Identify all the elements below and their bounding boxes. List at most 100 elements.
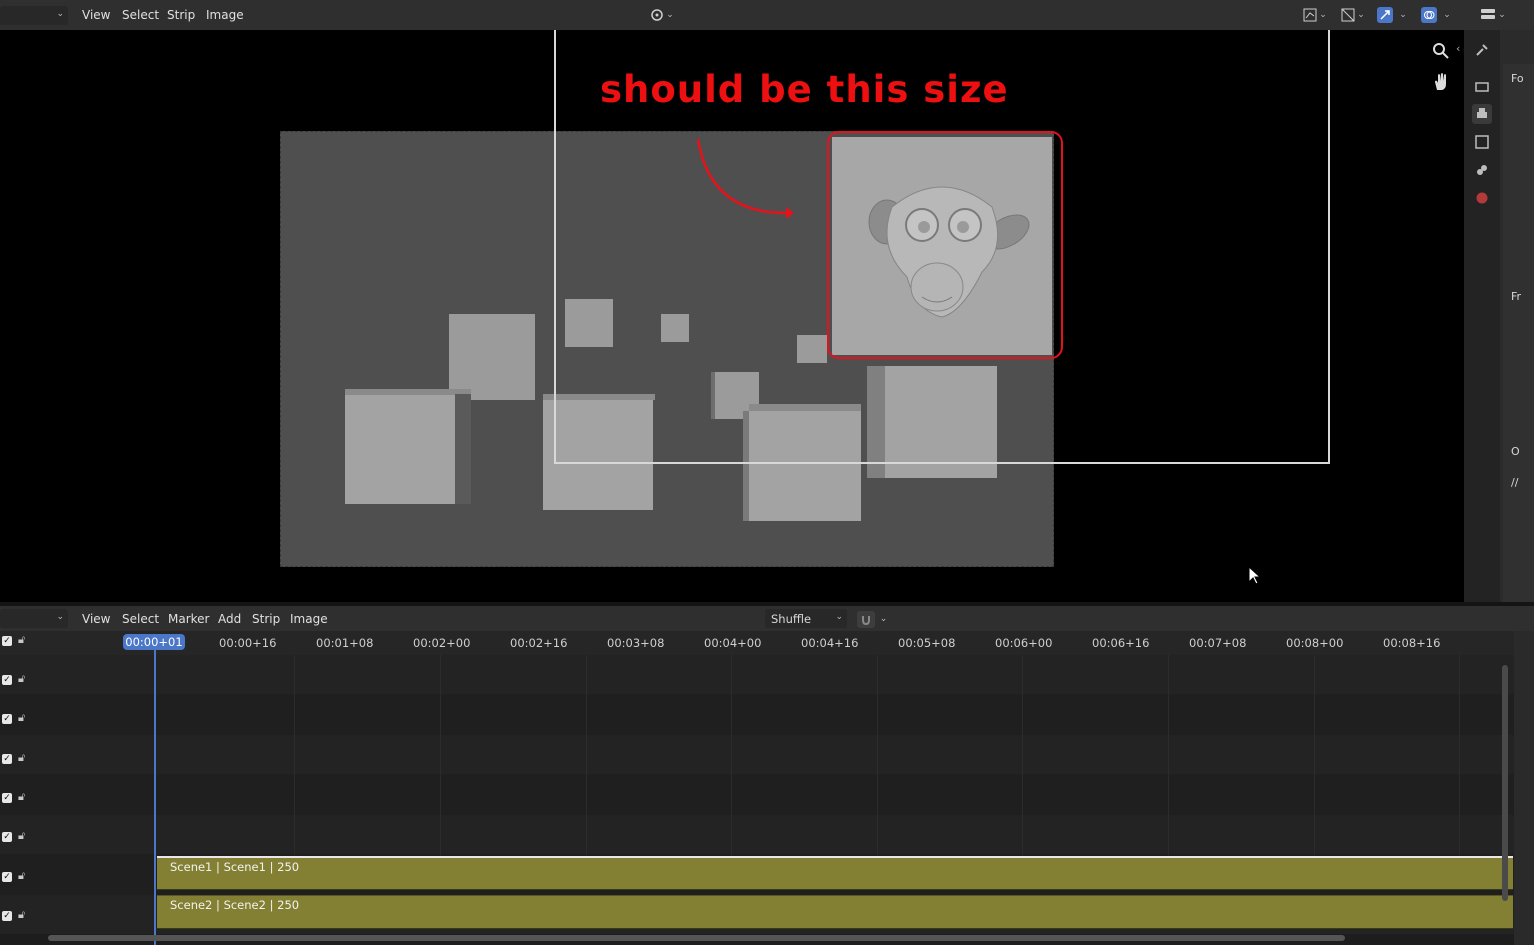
camera-icon <box>1475 82 1489 92</box>
display-channels-dropdown[interactable]: ⌄ <box>1338 6 1368 24</box>
menu-select[interactable]: Select <box>122 612 159 626</box>
ruler-tick: 00:08+16 <box>1383 636 1441 650</box>
menu-strip[interactable]: Strip <box>252 612 280 626</box>
tool-tab[interactable] <box>1472 40 1492 60</box>
scene-tab[interactable] <box>1472 160 1492 180</box>
world-tab[interactable] <box>1472 188 1492 208</box>
lock-icon[interactable]: 🔓︎ <box>18 751 25 765</box>
panel-header-frame[interactable]: Fr <box>1511 290 1521 303</box>
overlay-toggle[interactable]: ⌄ <box>1418 6 1454 24</box>
ruler-tick: 00:06+16 <box>1092 636 1150 650</box>
editor-type-dropdown[interactable]: ⌄ <box>1476 6 1510 24</box>
menu-view[interactable]: View <box>82 612 110 626</box>
ruler-tick: 00:06+00 <box>995 636 1053 650</box>
grid-line <box>440 655 441 855</box>
timeline-ruler[interactable]: 00:00+16 00:01+08 00:02+00 00:02+16 00:0… <box>0 631 1514 655</box>
properties-header: ⌄ <box>1464 0 1534 30</box>
lock-icon[interactable]: 🔓︎ <box>18 672 25 686</box>
menu-strip[interactable]: Strip <box>167 8 195 22</box>
mute-checkbox[interactable]: ✓ <box>2 832 12 842</box>
gizmo-dropdown[interactable]: ⌄ <box>1300 6 1330 24</box>
overlay-icon <box>1421 7 1438 23</box>
annotation-text: should be this size <box>600 68 1009 111</box>
magnet-icon <box>856 610 875 628</box>
panel-header-output[interactable]: O <box>1511 445 1520 458</box>
menu-add[interactable]: Add <box>218 612 241 626</box>
pivot-dropdown[interactable]: ⌄ <box>648 6 676 24</box>
grid-line <box>1459 655 1460 855</box>
menu-view[interactable]: View <box>82 8 110 22</box>
zoom-icon[interactable] <box>1432 42 1450 60</box>
sequencer-preview[interactable]: should be this size ‹ <box>0 30 1464 602</box>
render-tab[interactable] <box>1472 76 1492 96</box>
lock-icon[interactable]: 🔓︎ <box>18 829 25 843</box>
properties-editor-icon <box>1481 9 1496 19</box>
mouse-cursor-icon <box>1248 566 1262 585</box>
menu-image[interactable]: Image <box>290 612 328 626</box>
scene-strip[interactable]: Scene2 | Scene2 | 250 <box>157 895 1513 929</box>
channel-controls: ✓ 🔓︎ <box>0 749 44 788</box>
strip-label: Scene2 | Scene2 | 250 <box>170 898 300 912</box>
sidebar-toggle-icon[interactable]: ‹ <box>1456 42 1460 55</box>
lock-icon[interactable]: 🔓︎ <box>18 790 25 804</box>
channel-row <box>0 775 1514 814</box>
grid-line <box>1168 655 1169 855</box>
ruler-tick: 00:02+16 <box>510 636 568 650</box>
mute-checkbox[interactable]: ✓ <box>2 636 12 646</box>
snapping-dropdown[interactable]: ⌄ <box>852 610 892 628</box>
current-frame-indicator[interactable]: 00:00+01 <box>123 634 185 650</box>
grid-line <box>294 655 295 855</box>
transform-icon <box>1377 7 1394 23</box>
properties-panel: Fo Fr O // <box>1503 64 1534 602</box>
grid-line <box>586 655 587 855</box>
grid-line <box>1022 655 1023 855</box>
transform-toggle[interactable]: ⌄ <box>1374 6 1410 24</box>
menu-marker[interactable]: Marker <box>168 612 209 626</box>
lock-icon[interactable]: 🔓︎ <box>18 711 25 725</box>
channel-controls: ✓ 🔓︎ <box>0 670 44 709</box>
vertical-scrollbar[interactable] <box>1502 665 1508 901</box>
playhead-line[interactable] <box>154 650 156 945</box>
wrench-icon <box>1476 44 1488 56</box>
sequencer-timeline[interactable] <box>0 655 1514 934</box>
annotation-arrow-icon <box>696 138 794 219</box>
scene-strip[interactable]: Scene1 | Scene1 | 250 <box>157 856 1513 890</box>
ruler-tick: 00:03+08 <box>607 636 665 650</box>
channel-controls: ✓ 🔓︎ <box>0 631 44 670</box>
channel-row <box>0 735 1514 774</box>
menu-image[interactable]: Image <box>206 8 244 22</box>
strip-label: Scene1 | Scene1 | 250 <box>170 860 300 874</box>
channel-row <box>0 815 1514 854</box>
channel-row <box>0 695 1514 734</box>
ruler-tick: 00:05+08 <box>898 636 956 650</box>
ruler-tick: 00:04+16 <box>801 636 859 650</box>
pan-hand-icon[interactable] <box>1432 72 1450 92</box>
mute-checkbox[interactable]: ✓ <box>2 911 12 921</box>
mute-checkbox[interactable]: ✓ <box>2 675 12 685</box>
view-type-dropdown[interactable]: ⌄ <box>0 6 68 25</box>
mute-checkbox[interactable]: ✓ <box>2 754 12 764</box>
menu-select[interactable]: Select <box>122 8 159 22</box>
lock-icon[interactable]: 🔓︎ <box>18 908 25 922</box>
view-layer-tab[interactable] <box>1472 132 1492 152</box>
mute-checkbox[interactable]: ✓ <box>2 793 12 803</box>
lock-icon[interactable]: 🔓︎ <box>18 633 25 647</box>
scene-icon <box>1477 165 1487 175</box>
channel-controls: ✓ 🔓︎ <box>0 788 44 827</box>
output-path-field[interactable]: // <box>1511 476 1518 489</box>
horizontal-scrollbar[interactable] <box>48 935 1345 941</box>
channel-controls: ✓ 🔓︎ <box>0 906 44 945</box>
cube <box>449 314 535 400</box>
grid-line <box>1314 655 1315 855</box>
cube <box>345 389 471 504</box>
output-tab[interactable] <box>1472 104 1492 124</box>
grid-line <box>877 655 878 855</box>
sequencer-sidebar-edge[interactable] <box>1514 631 1534 945</box>
sequencer-editor-dropdown[interactable]: ⌄ <box>0 609 68 628</box>
mute-checkbox[interactable]: ✓ <box>2 872 12 882</box>
overlap-mode-dropdown[interactable]: Shuffle ⌄ <box>765 609 847 628</box>
lock-icon[interactable]: 🔓︎ <box>18 869 25 883</box>
mute-checkbox[interactable]: ✓ <box>2 714 12 724</box>
world-icon <box>1476 192 1488 204</box>
panel-header-format[interactable]: Fo <box>1511 72 1524 85</box>
